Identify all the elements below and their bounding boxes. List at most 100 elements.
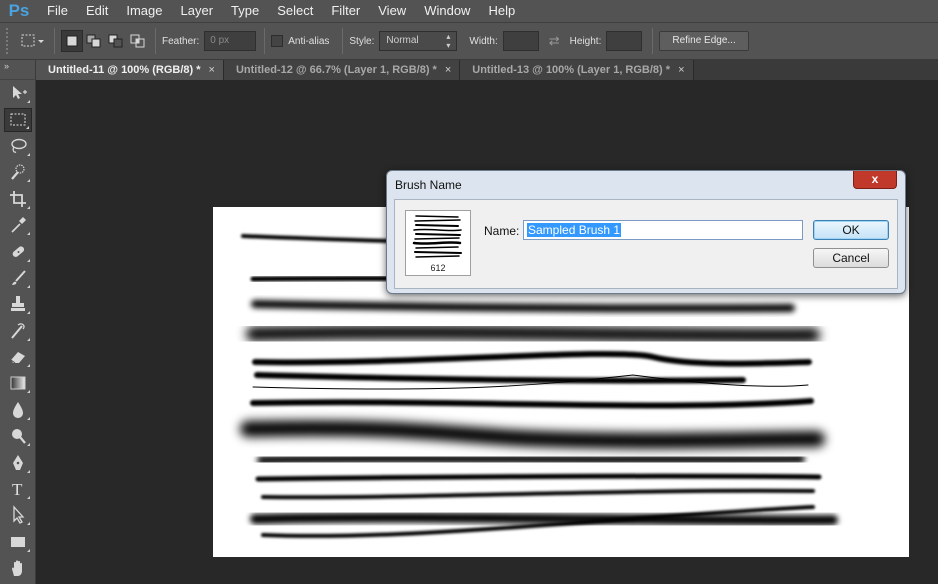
close-icon[interactable]: × — [678, 60, 684, 80]
menu-image[interactable]: Image — [117, 0, 171, 22]
tool-preset-picker[interactable] — [18, 29, 48, 53]
tool-lasso[interactable] — [0, 133, 36, 159]
dialog-close-button[interactable]: x — [853, 171, 897, 189]
tool-hand[interactable] — [0, 555, 36, 581]
brush-name-value: Sampled Brush 1 — [527, 223, 622, 237]
collapse-panel-icon[interactable]: » — [0, 60, 35, 80]
quick-select-icon — [11, 164, 25, 181]
tab-untitled-11[interactable]: Untitled-11 @ 100% (RGB/8) * × — [36, 60, 224, 80]
style-value: Normal — [386, 35, 419, 46]
document-tabs: Untitled-11 @ 100% (RGB/8) * × Untitled-… — [36, 60, 938, 80]
tool-button — [4, 266, 32, 290]
options-bar: Feather: 0 px Anti-alias Style: Normal ▴… — [0, 22, 938, 60]
lasso-icon — [11, 138, 27, 153]
tool-eyedropper[interactable] — [0, 212, 36, 238]
history-brush-icon — [11, 323, 25, 339]
tab-untitled-13[interactable]: Untitled-13 @ 100% (Layer 1, RGB/8) * × — [460, 60, 694, 80]
tool-button — [4, 240, 32, 264]
brush-icon — [12, 270, 26, 285]
move-icon — [13, 86, 27, 100]
tab-label: Untitled-11 @ 100% (RGB/8) * — [48, 64, 201, 76]
width-input[interactable] — [502, 31, 539, 51]
tool-button — [4, 187, 32, 211]
antialias-checkbox[interactable] — [271, 35, 284, 47]
tool-gradient[interactable] — [0, 370, 36, 396]
flyout-indicator — [27, 496, 30, 500]
tool-button — [4, 424, 32, 448]
rectangle-icon — [11, 536, 25, 547]
subtract-selection-button[interactable] — [105, 30, 127, 52]
tool-dodge[interactable] — [0, 423, 36, 449]
menu-type[interactable]: Type — [222, 0, 268, 22]
tool-type[interactable]: T — [0, 476, 36, 502]
clone-stamp-icon — [11, 296, 25, 312]
tool-button — [4, 556, 32, 580]
flyout-indicator — [27, 522, 30, 526]
tool-clone-stamp[interactable] — [0, 291, 36, 317]
menu-select[interactable]: Select — [268, 0, 322, 22]
style-select[interactable]: Normal ▴ ▾ — [379, 31, 458, 51]
tool-button — [4, 134, 32, 158]
tool-button — [4, 81, 32, 105]
flyout-indicator — [27, 311, 30, 315]
tool-history-brush[interactable] — [0, 318, 36, 344]
close-icon[interactable]: × — [209, 60, 215, 80]
marquee-icon — [10, 113, 26, 126]
tool-healing-brush[interactable] — [0, 238, 36, 264]
tool-button — [4, 345, 32, 369]
tool-rectangle[interactable] — [0, 529, 36, 555]
feather-input[interactable]: 0 px — [204, 31, 257, 51]
svg-text:T: T — [12, 480, 23, 499]
refine-edge-button[interactable]: Refine Edge... — [659, 31, 749, 51]
app-logo: Ps — [8, 1, 30, 20]
brush-name-input[interactable]: Sampled Brush 1 — [523, 220, 803, 240]
cancel-button[interactable]: Cancel — [813, 248, 889, 268]
tool-quick-select[interactable] — [0, 159, 36, 185]
height-label: Height: — [569, 35, 602, 47]
intersect-selection-button[interactable] — [127, 30, 149, 52]
menu-filter[interactable]: Filter — [322, 0, 369, 22]
flyout-indicator — [27, 100, 30, 104]
tool-pen[interactable] — [0, 449, 36, 475]
flyout-indicator — [27, 152, 30, 156]
add-selection-button[interactable] — [83, 30, 105, 52]
menu-window[interactable]: Window — [415, 0, 479, 22]
crop-icon — [10, 190, 26, 207]
gradient-icon — [10, 376, 26, 390]
tool-move[interactable] — [0, 80, 36, 106]
tool-button: T — [4, 477, 32, 501]
tab-untitled-12[interactable]: Untitled-12 @ 66.7% (Layer 1, RGB/8) * × — [223, 60, 461, 80]
pen-icon — [13, 454, 23, 470]
tool-button — [4, 371, 32, 395]
tool-path-select[interactable] — [0, 502, 36, 528]
close-icon[interactable]: × — [445, 60, 451, 80]
flyout-indicator — [27, 232, 30, 236]
options-grip[interactable] — [6, 28, 12, 54]
tool-crop[interactable] — [0, 186, 36, 212]
menu-help[interactable]: Help — [479, 0, 524, 22]
flyout-indicator — [27, 416, 30, 420]
tool-button — [4, 292, 32, 316]
new-selection-button[interactable] — [61, 30, 83, 52]
tools-panel: » T — [0, 60, 36, 584]
tool-brush[interactable] — [0, 265, 36, 291]
tool-marquee[interactable] — [0, 106, 36, 132]
tool-button — [4, 503, 32, 527]
menu-file[interactable]: File — [38, 0, 77, 22]
tool-blur[interactable] — [0, 397, 36, 423]
width-label: Width: — [469, 35, 498, 47]
photoshop-window: Ps File Edit Image Layer Type Select Fil… — [0, 0, 938, 584]
separator — [54, 28, 55, 54]
tool-button — [4, 530, 32, 554]
height-input[interactable] — [606, 31, 643, 51]
menu-view[interactable]: View — [369, 0, 415, 22]
ok-button[interactable]: OK — [813, 220, 889, 240]
swap-icon[interactable]: ⇄ — [549, 33, 560, 49]
tool-eraser[interactable] — [0, 344, 36, 370]
type-icon: T — [12, 480, 23, 499]
flyout-indicator — [27, 205, 30, 209]
menu-layer[interactable]: Layer — [172, 0, 223, 22]
tool-button — [4, 213, 32, 237]
blur-icon — [13, 401, 23, 418]
menu-edit[interactable]: Edit — [77, 0, 117, 22]
